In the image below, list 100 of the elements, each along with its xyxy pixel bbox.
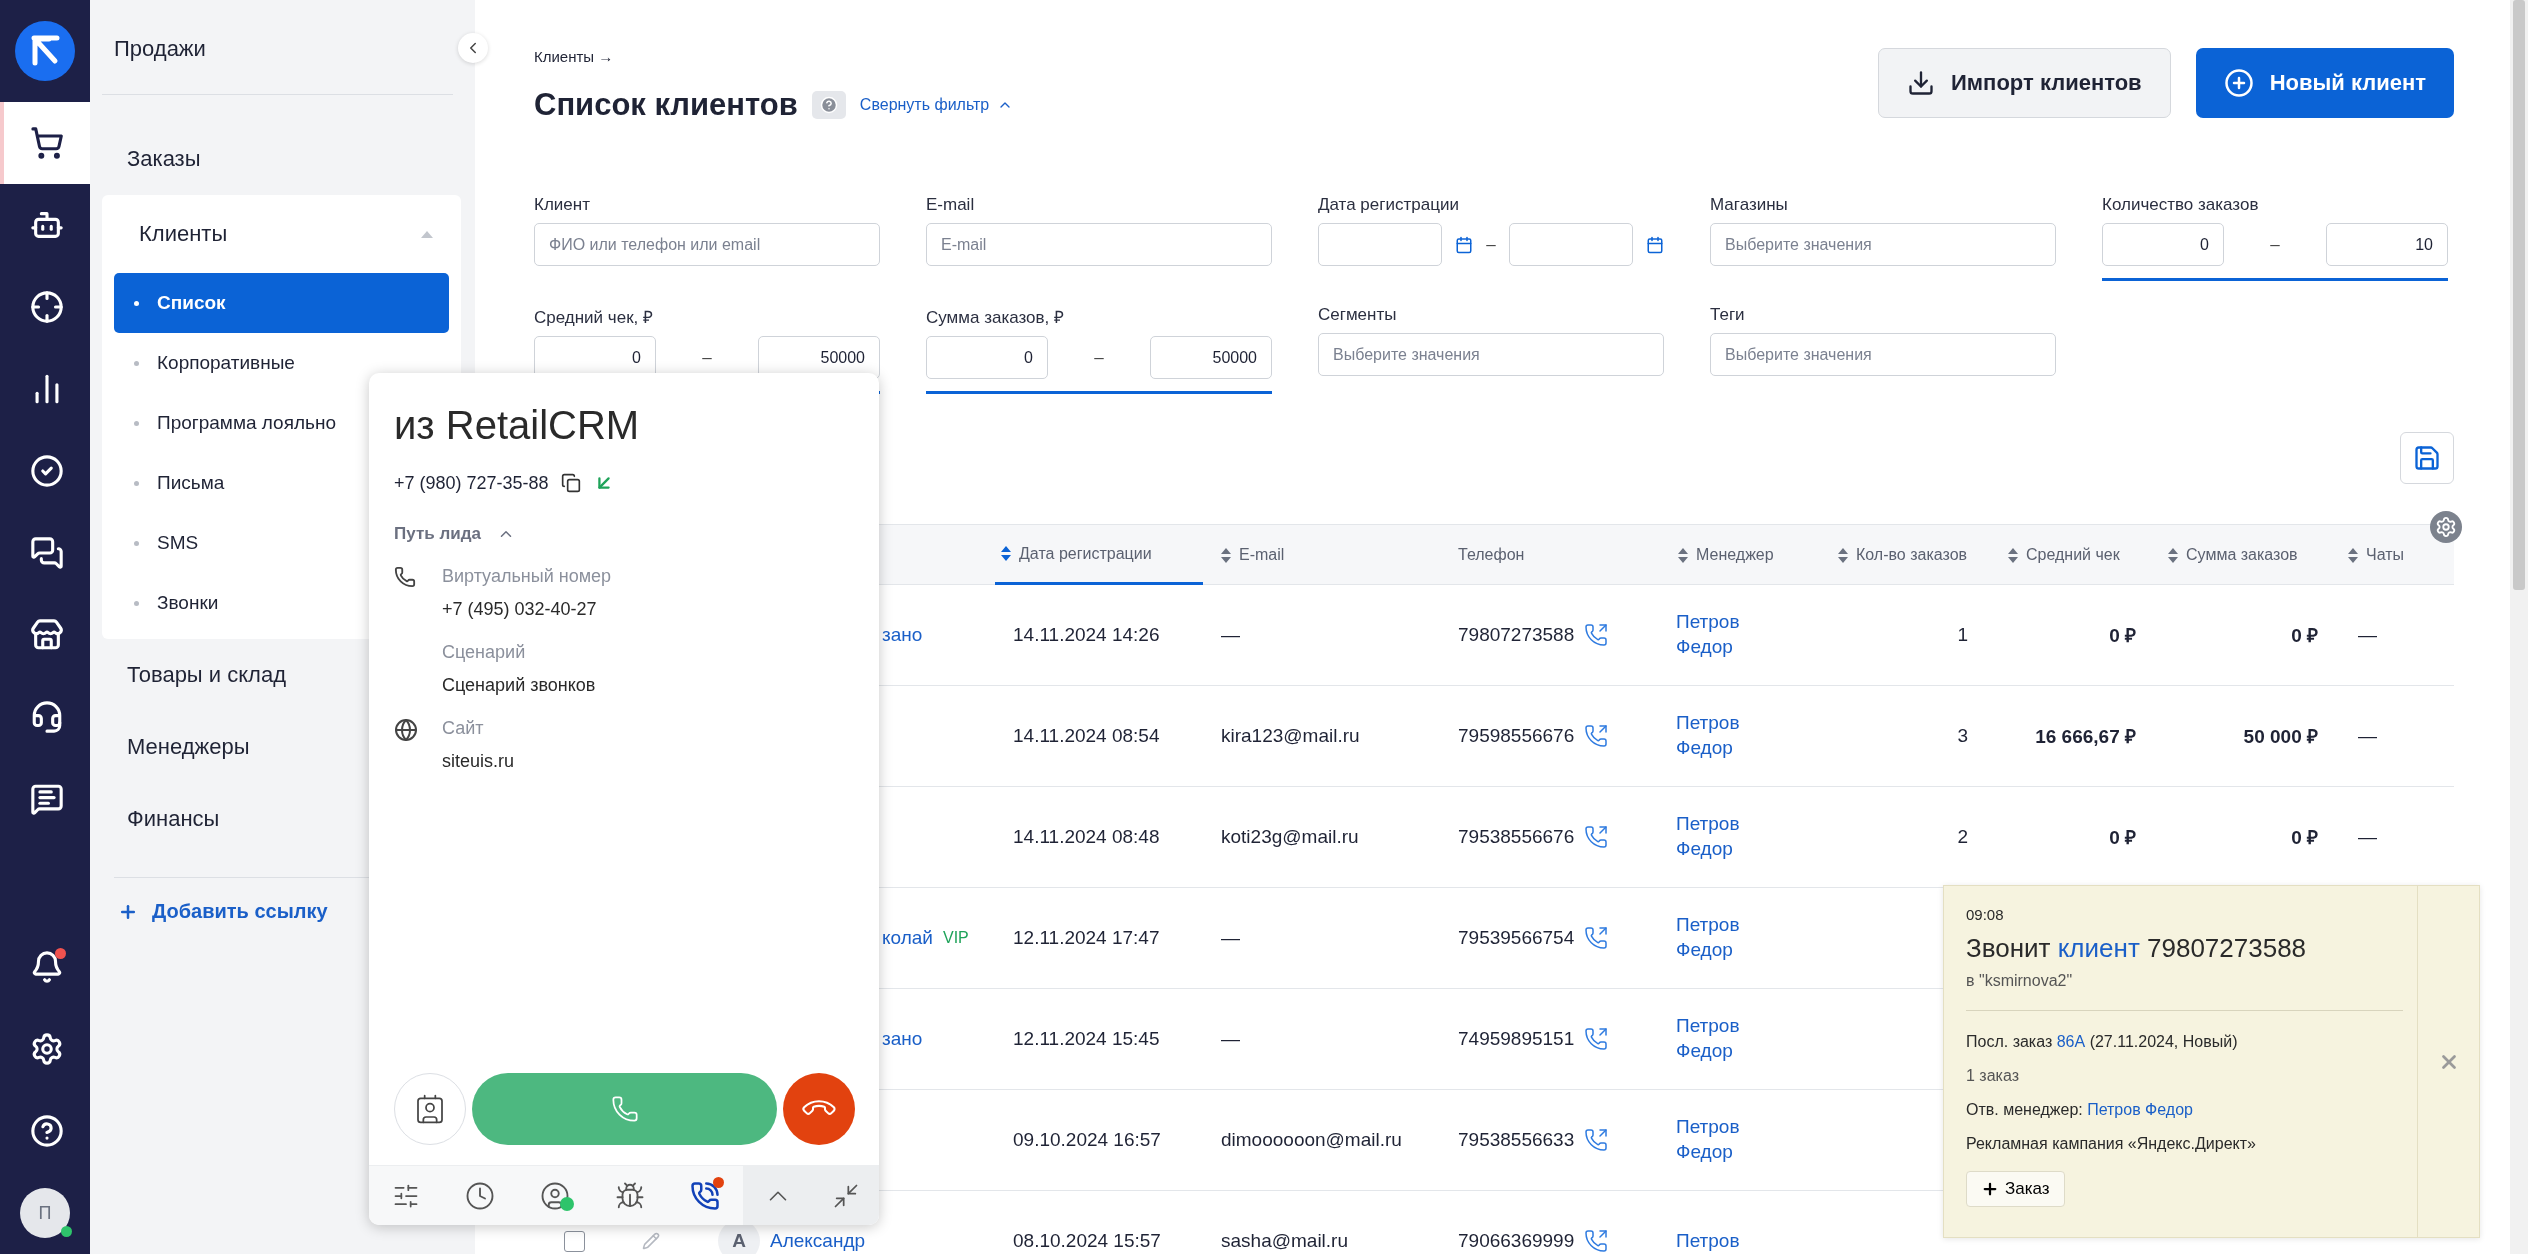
manager-link[interactable]: Петров Федор bbox=[1676, 913, 1740, 963]
call-icon[interactable] bbox=[1584, 724, 1609, 748]
phone-cell: 79538556633 bbox=[1458, 1129, 1575, 1151]
user-avatar[interactable]: П bbox=[20, 1188, 70, 1238]
nav-button[interactable] bbox=[0, 102, 90, 184]
email-cell: dimoooooon@mail.ru bbox=[1221, 1129, 1402, 1151]
column-header[interactable]: E-mail bbox=[1203, 525, 1440, 585]
call-icon[interactable] bbox=[1584, 1229, 1609, 1253]
manager-link[interactable]: Петров Федор bbox=[1676, 812, 1740, 862]
save-button[interactable] bbox=[2400, 432, 2454, 484]
sort-icon[interactable] bbox=[1001, 546, 1011, 561]
submenu-item[interactable]: Список bbox=[114, 273, 449, 333]
filter-label: E-mail bbox=[926, 195, 976, 215]
manager-link[interactable]: Петров Федор bbox=[1676, 610, 1740, 660]
date-field[interactable] bbox=[1508, 223, 1633, 266]
sort-icon[interactable] bbox=[2348, 547, 2358, 563]
copy-icon[interactable] bbox=[560, 473, 581, 493]
date-cell: 09.10.2024 16:57 bbox=[1013, 1129, 1161, 1151]
column-header[interactable]: Кол-во заказов bbox=[1820, 525, 1990, 585]
new-client-button[interactable]: Новый клиент bbox=[2195, 48, 2454, 118]
client-name-link[interactable]: зано bbox=[882, 1028, 923, 1050]
add-order-button[interactable]: Заказ bbox=[1966, 1171, 2065, 1207]
account-name: в "ksmirnova2" bbox=[1966, 972, 2074, 990]
manager-link[interactable]: Петров Федор bbox=[1676, 1115, 1740, 1165]
manager-link[interactable]: Петров Федор bbox=[1676, 1014, 1740, 1064]
row-checkbox[interactable] bbox=[564, 1230, 585, 1252]
responsible-manager: Отв. менеджер: Петров Федор bbox=[1966, 1101, 2194, 1119]
plus-circle-icon bbox=[2223, 68, 2254, 98]
range-to-field[interactable]: 10 bbox=[2326, 223, 2448, 266]
select-field[interactable]: Выберите значения bbox=[1710, 333, 2056, 376]
sort-icon[interactable] bbox=[1678, 547, 1688, 563]
range-from-field[interactable]: 0 bbox=[2102, 223, 2224, 266]
manager-link[interactable]: Петров bbox=[1676, 1228, 1740, 1254]
client-name-link[interactable]: зано bbox=[882, 624, 923, 646]
orders-count-cell: 3 bbox=[1957, 725, 1968, 747]
orders-sum-cell-text: 0 ₽ bbox=[2291, 624, 2318, 648]
call-icon[interactable] bbox=[1584, 1128, 1609, 1152]
range-separator: – bbox=[1094, 347, 1104, 368]
call-icon[interactable] bbox=[1584, 1027, 1609, 1051]
column-header[interactable]: Дата регистрации bbox=[995, 525, 1203, 585]
date-field[interactable] bbox=[1318, 223, 1442, 266]
orders-count: 1 заказ bbox=[1966, 1067, 2020, 1085]
sort-icon[interactable] bbox=[2008, 547, 2018, 563]
range-separator: – bbox=[2270, 234, 2280, 255]
client-name-link[interactable]: Александр bbox=[770, 1230, 866, 1252]
client-name-link[interactable]: колай bbox=[882, 927, 933, 949]
detail-value: siteuis.ru bbox=[442, 751, 516, 772]
logo-icon[interactable] bbox=[15, 21, 75, 81]
chats-cell: — bbox=[2358, 624, 2377, 646]
page-title: Список клиентов bbox=[534, 87, 798, 123]
column-header[interactable]: Сумма заказов bbox=[2150, 525, 2330, 585]
call-icon[interactable] bbox=[1584, 623, 1609, 647]
filter-label: Теги bbox=[1710, 305, 1746, 325]
collapse-filter-link[interactable]: Свернуть фильтр bbox=[859, 96, 1014, 114]
call-icon[interactable] bbox=[1584, 926, 1609, 950]
calendar-icon[interactable] bbox=[1645, 235, 1664, 254]
scrollbar[interactable] bbox=[2510, 0, 2528, 1254]
column-header[interactable]: Менеджер bbox=[1660, 525, 1820, 585]
submenu-item[interactable]: Корпоративные bbox=[114, 333, 449, 393]
lead-path-toggle[interactable]: Путь лида bbox=[394, 524, 854, 544]
date-cell: 14.11.2024 08:54 bbox=[1013, 725, 1160, 747]
sort-icon[interactable] bbox=[1221, 547, 1231, 563]
phone-alert-icon[interactable] bbox=[690, 1180, 721, 1211]
crosshair-icon bbox=[30, 290, 64, 324]
manager-link[interactable]: Петров Федор bbox=[2087, 1101, 2193, 1118]
column-header[interactable]: Средний чек bbox=[1990, 525, 2150, 585]
input-field[interactable]: E-mail bbox=[926, 223, 1272, 266]
bug-icon[interactable] bbox=[615, 1180, 646, 1211]
import-button[interactable]: Импорт клиентов bbox=[1878, 48, 2171, 118]
input-field[interactable]: ФИО или телефон или email bbox=[534, 223, 880, 266]
column-header[interactable]: Чаты bbox=[2330, 525, 2452, 585]
breadcrumb[interactable]: Клиенты → bbox=[534, 48, 1014, 65]
client-link[interactable]: клиент bbox=[2057, 933, 2140, 963]
range-from-field[interactable]: 0 bbox=[926, 336, 1048, 379]
last-order: Посл. заказ 86А (27.11.2024, Новый) bbox=[1966, 1033, 2239, 1051]
select-field[interactable]: Выберите значения bbox=[1710, 223, 2056, 266]
sort-icon[interactable] bbox=[1838, 547, 1848, 563]
menu-item[interactable]: Заказы bbox=[102, 123, 461, 195]
download-icon bbox=[1907, 69, 1936, 97]
call-icon[interactable] bbox=[1584, 825, 1609, 849]
menu-item[interactable]: Клиенты bbox=[114, 195, 449, 273]
select-field[interactable]: Выберите значения bbox=[1318, 333, 1664, 376]
phone-cell: 79066369999 bbox=[1458, 1230, 1575, 1252]
sort-icon[interactable] bbox=[2168, 547, 2178, 563]
manager-link[interactable]: Петров Федор bbox=[1676, 711, 1740, 761]
average-check-cell-text: 16 666,67 ₽ bbox=[2035, 725, 2136, 749]
order-link[interactable]: 86А bbox=[2056, 1033, 2086, 1050]
history-icon[interactable] bbox=[464, 1180, 495, 1211]
phone-cell: 79598556676 bbox=[1458, 725, 1575, 747]
calendar-icon[interactable] bbox=[1455, 235, 1474, 254]
range-to-field[interactable]: 50000 bbox=[1150, 336, 1272, 379]
phone-cell: 79539566754 bbox=[1458, 927, 1575, 949]
globe-icon bbox=[394, 718, 418, 742]
column-header[interactable]: Телефон bbox=[1440, 525, 1660, 585]
collapse-button[interactable] bbox=[458, 33, 488, 63]
phone-icon bbox=[610, 1095, 639, 1123]
settings-icon bbox=[30, 1032, 64, 1066]
table-settings-button[interactable] bbox=[2430, 511, 2462, 543]
help-badge[interactable] bbox=[811, 91, 846, 119]
add-link[interactable]: Добавить ссылку bbox=[102, 900, 461, 923]
